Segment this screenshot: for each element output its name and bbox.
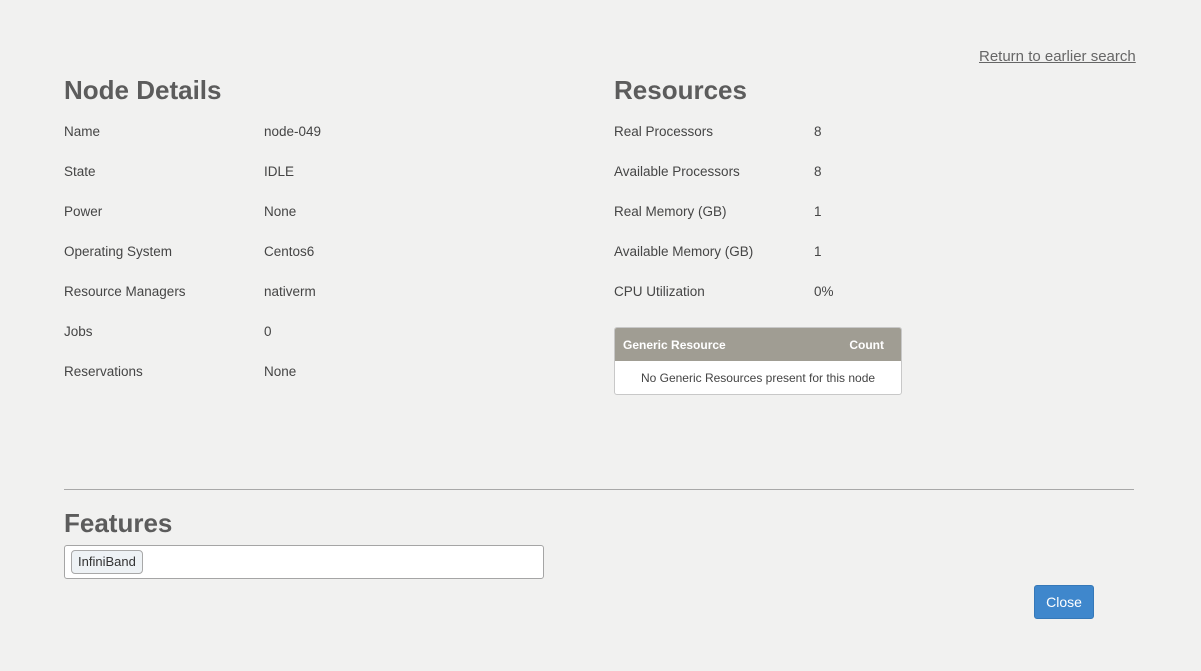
return-to-search-link[interactable]: Return to earlier search bbox=[979, 48, 1136, 65]
row-label: Jobs bbox=[64, 324, 93, 339]
row-value: Centos6 bbox=[264, 244, 315, 259]
row-label: Reservations bbox=[64, 364, 143, 379]
features-title: Features bbox=[64, 508, 173, 538]
row-label: Available Processors bbox=[614, 164, 740, 179]
divider bbox=[64, 489, 1134, 490]
row-value: 8 bbox=[814, 124, 822, 139]
row-label: Real Memory (GB) bbox=[614, 204, 727, 219]
row-value: 1 bbox=[814, 244, 822, 259]
row-value: 8 bbox=[814, 164, 822, 179]
empty-message: No Generic Resources present for this no… bbox=[640, 371, 876, 385]
row-label: State bbox=[64, 164, 96, 179]
row-value: None bbox=[264, 364, 297, 379]
row-label: Available Memory (GB) bbox=[614, 244, 754, 259]
row-value: IDLE bbox=[264, 164, 295, 179]
row-value: 0% bbox=[814, 284, 834, 299]
row-label: Operating System bbox=[64, 244, 173, 259]
features-input[interactable]: InfiniBand bbox=[64, 545, 544, 579]
row-value: None bbox=[264, 204, 297, 219]
generic-resources-table: Generic Resource Count No Generic Resour… bbox=[614, 327, 902, 395]
table-header: Generic Resource Count bbox=[615, 328, 901, 361]
row-label: CPU Utilization bbox=[614, 284, 705, 299]
node-details-title: Node Details bbox=[64, 75, 222, 105]
row-label: Name bbox=[64, 124, 101, 139]
row-value: node-049 bbox=[264, 124, 322, 139]
column-header-count: Count bbox=[849, 338, 884, 352]
row-label: Resource Managers bbox=[64, 284, 186, 299]
row-value: 0 bbox=[264, 324, 272, 339]
resources-title: Resources bbox=[614, 75, 747, 105]
column-header-generic-resource: Generic Resource bbox=[623, 338, 726, 352]
close-button[interactable]: Close bbox=[1034, 585, 1094, 619]
row-value: nativerm bbox=[264, 284, 316, 299]
row-value: 1 bbox=[814, 204, 822, 219]
feature-tag[interactable]: InfiniBand bbox=[71, 550, 143, 574]
row-label: Real Processors bbox=[614, 124, 714, 139]
row-label: Power bbox=[64, 204, 103, 219]
